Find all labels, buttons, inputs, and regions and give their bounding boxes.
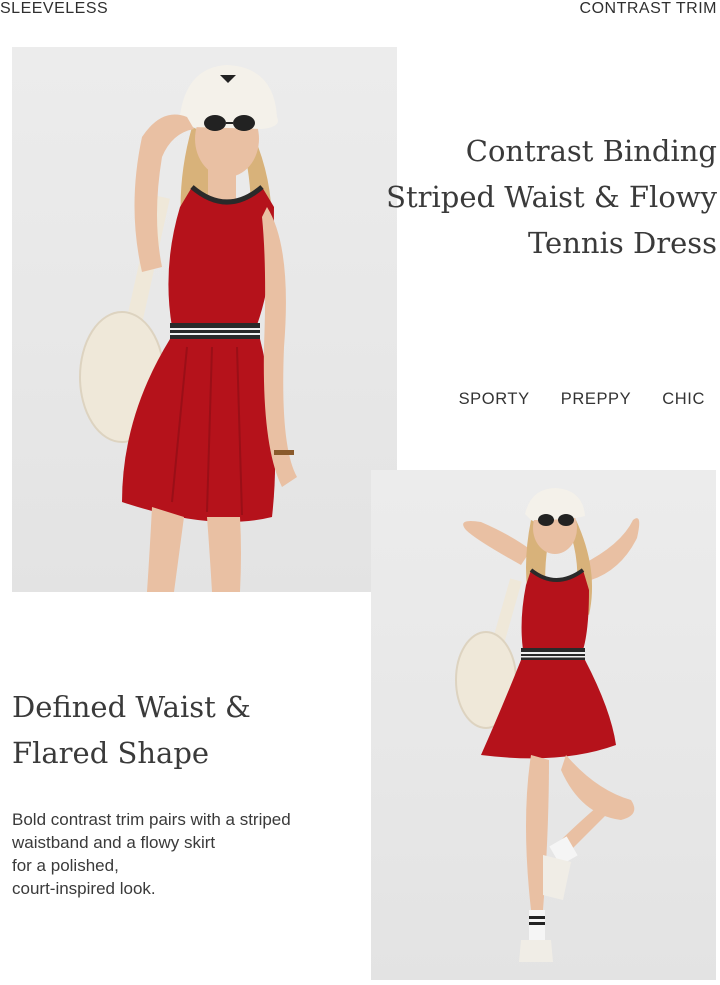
feature-heading-line-1: Defined Waist & (12, 690, 251, 724)
model-figure-standing (79, 65, 297, 592)
style-tags: SPORTY PREPPY CHIC (459, 390, 705, 409)
product-headline: Contrast Binding Striped Waist & Flowy T… (357, 128, 717, 266)
tag-preppy: PREPPY (560, 390, 632, 408)
feature-description-line-3: for a polished, (12, 856, 119, 875)
label-contrast-trim: CONTRAST TRIM (579, 0, 717, 17)
feature-description: Bold contrast trim pairs with a striped … (12, 808, 342, 900)
feature-description-line-1: Bold contrast trim pairs with a striped (12, 810, 291, 829)
tag-chic: CHIC (662, 390, 705, 408)
label-sleeveless: SLEEVELESS (0, 0, 109, 17)
headline-line-1: Contrast Binding (465, 134, 717, 168)
headline-line-3: Tennis Dress (527, 226, 717, 260)
product-photo-standing (12, 47, 397, 592)
tag-sporty: SPORTY (458, 390, 530, 408)
model-figure-posing (455, 488, 640, 962)
feature-heading-line-2: Flared Shape (12, 736, 210, 770)
feature-heading: Defined Waist & Flared Shape (12, 684, 332, 776)
feature-description-line-4: court-inspired look. (12, 879, 156, 898)
feature-description-line-2: waistband and a flowy skirt (12, 833, 216, 852)
product-photo-posing (371, 470, 716, 980)
headline-line-2: Striped Waist & Flowy (386, 180, 717, 214)
